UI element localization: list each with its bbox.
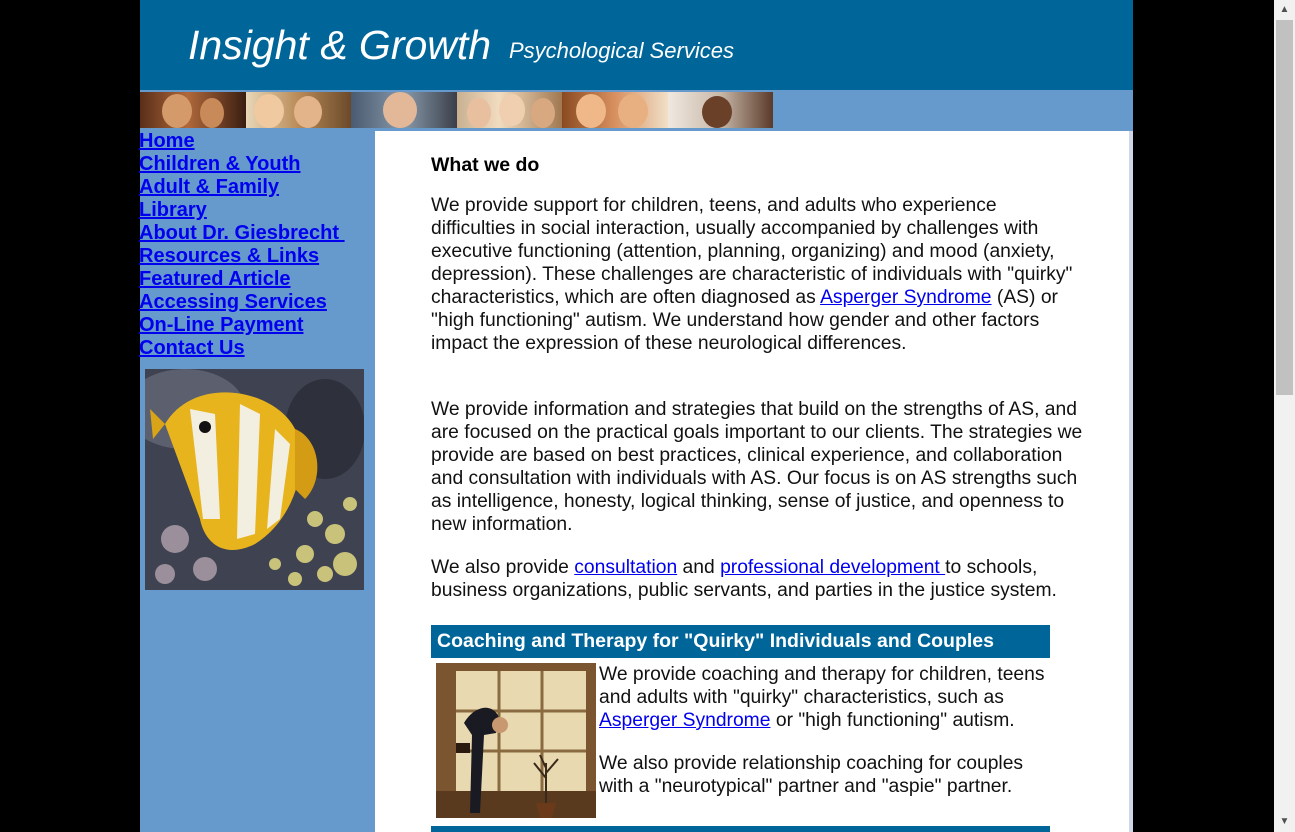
header-photo-strip [140,92,773,128]
site-title: Insight & Growth [188,22,492,68]
intro-paragraph: We provide support for children, teens, … [431,194,1086,355]
scroll-down-arrow-icon[interactable]: ▼ [1274,814,1295,830]
couples-paragraph: We also provide relationship coaching fo… [599,753,1024,797]
nav-link-about[interactable]: About Dr. Giesbrecht [139,222,374,245]
scrollbar-thumb[interactable] [1276,20,1293,395]
scroll-up-arrow-icon[interactable]: ▲ [1274,2,1295,18]
nav-link-contact[interactable]: Contact Us [139,337,374,360]
coaching-text-after: or "high functioning" autism. [770,710,1015,731]
coaching-paragraph: We provide coaching and therapy for chil… [599,663,1049,732]
nav-link-accessing-services[interactable]: Accessing Services [139,291,374,314]
nav-link-library[interactable]: Library [139,199,374,222]
photo-children-1 [140,92,246,128]
main-content: What we do We provide support for childr… [375,131,1133,832]
site-subtitle: Psychological Services [509,38,734,63]
consultation-paragraph: We also provide consultation and profess… [431,556,1086,602]
nav-link-featured-article[interactable]: Featured Article [139,268,374,291]
sidebar-nav: Home Children & Youth Adult & Family Lib… [139,130,374,360]
strategies-paragraph: We provide information and strategies th… [431,399,1083,535]
vertical-scrollbar[interactable]: ▲ ▼ [1274,0,1295,832]
photo-teen-1 [351,92,457,128]
nav-link-adult-family[interactable]: Adult & Family [139,176,374,199]
coaching-text: We provide coaching and therapy for chil… [599,663,1049,798]
nav-link-resources[interactable]: Resources & Links [139,245,374,268]
page-frame: Insight & Growth Psychological Services … [139,0,1133,832]
professional-development-link[interactable]: professional development [720,557,945,578]
page-heading: What we do [431,154,540,176]
site-header: Insight & Growth Psychological Services [140,0,1133,90]
butterflyfish-image [145,369,364,590]
content-body: What we do We provide support for childr… [431,151,1086,602]
photo-child-2 [667,92,773,128]
nav-link-home[interactable]: Home [139,130,374,153]
coaching-asperger-link[interactable]: Asperger Syndrome [599,710,770,731]
consultation-text-before: We also provide [431,557,575,578]
photo-teens-group [456,92,562,128]
consultation-text-mid: and [677,557,721,578]
coaching-section-title: Coaching and Therapy for "Quirky" Indivi… [431,625,1050,658]
consultation-link[interactable]: consultation [574,557,677,578]
asperger-link[interactable]: Asperger Syndrome [820,287,991,308]
coaching-photo [436,663,596,818]
coaching-text-before: We provide coaching and therapy for chil… [599,664,1045,708]
nav-link-children-youth[interactable]: Children & Youth [139,153,374,176]
nav-link-online-payment[interactable]: On-Line Payment [139,314,374,337]
next-section-bar [431,826,1050,832]
photo-kids-smiling [562,92,668,128]
photo-children-2 [245,92,351,128]
